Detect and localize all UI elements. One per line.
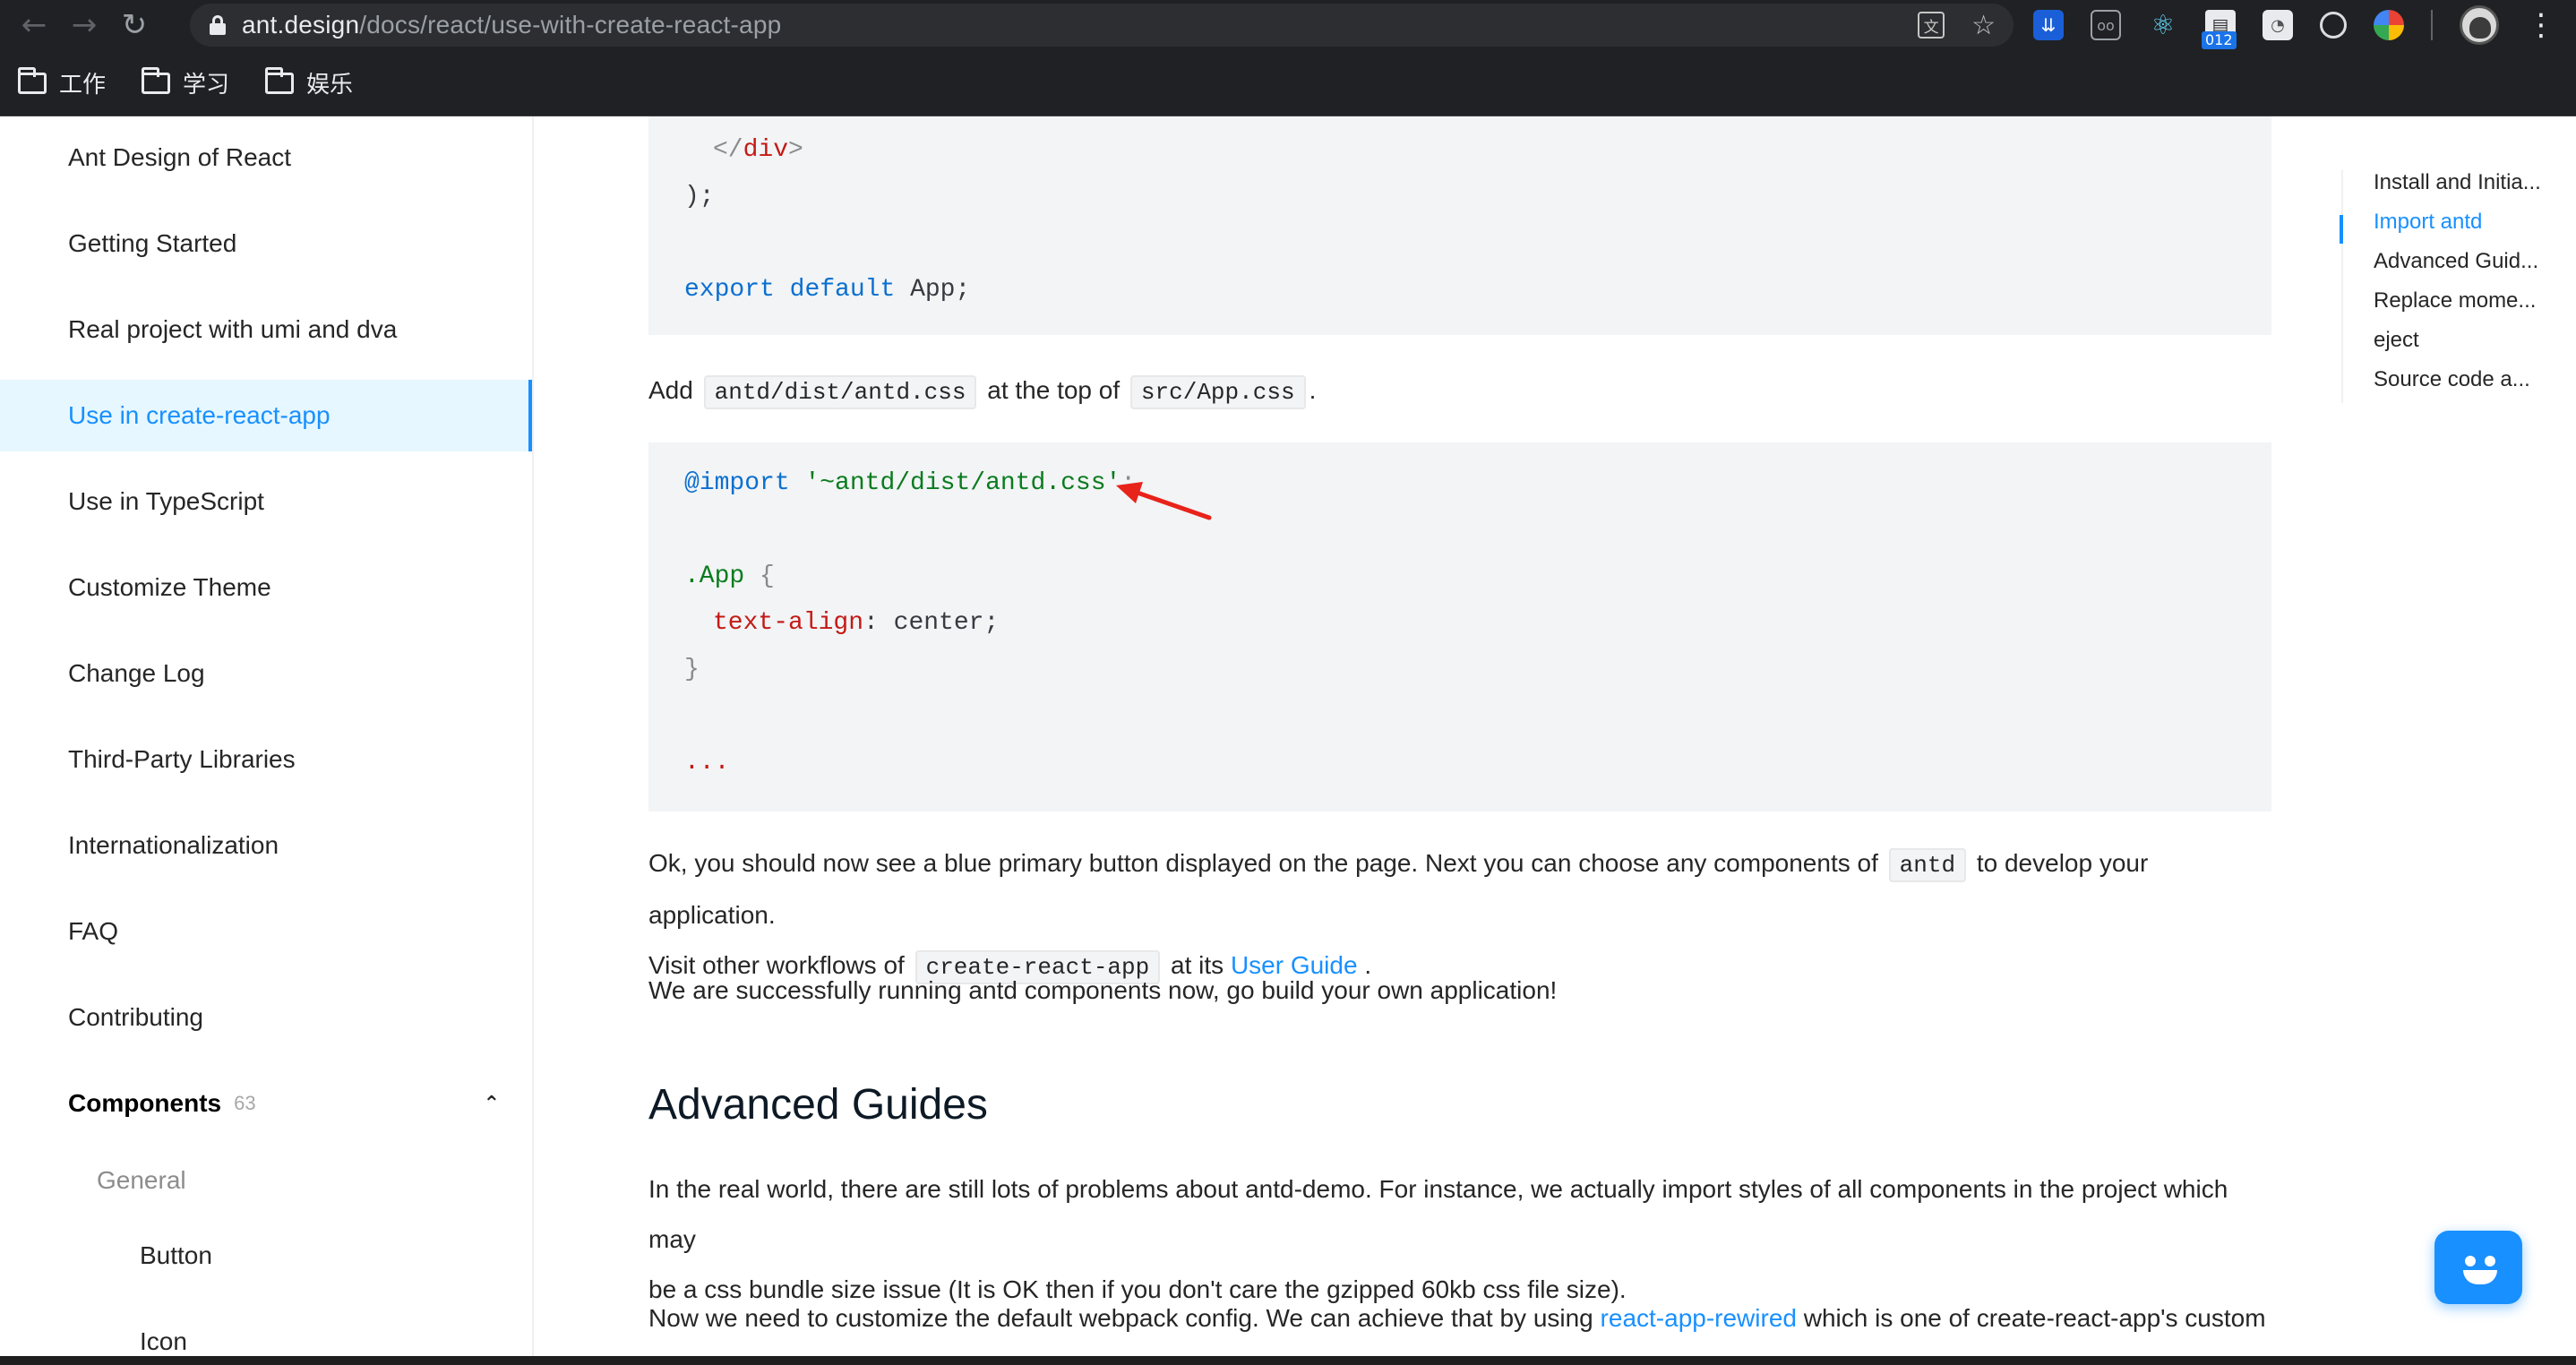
paragraph-webpack: Now we need to customize the default web… (648, 1304, 2266, 1332)
sidebar-item-third-party[interactable]: Third-Party Libraries (0, 724, 532, 795)
sidebar-item-change-log[interactable]: Change Log (0, 638, 532, 709)
paragraph-real-world: In the real world, there are still lots … (648, 1175, 2228, 1303)
bookmark-folder-entertainment[interactable]: 娱乐 (265, 66, 353, 99)
toc-item-import-antd[interactable]: Import antd (2374, 210, 2544, 235)
heading-advanced-guides: Advanced Guides (648, 1081, 988, 1129)
folder-icon (18, 66, 47, 94)
toc-item-replace-moment[interactable]: Replace mome... (2374, 288, 2544, 313)
sidebar-item-getting-started[interactable]: Getting Started (0, 208, 532, 279)
browser-menu-icon[interactable]: ⋮ (2526, 7, 2556, 43)
folder-icon (265, 66, 295, 94)
code-line-export: export default App; (684, 276, 971, 304)
toc-item-install[interactable]: Install and Initia... (2374, 170, 2544, 195)
profile-avatar[interactable] (2460, 5, 2499, 45)
extension-ring-icon[interactable] (2320, 12, 2347, 39)
folder-icon (142, 66, 171, 94)
extension-gauge-icon[interactable]: ◔ (2263, 10, 2293, 40)
sidebar-item-customize-theme[interactable]: Customize Theme (0, 552, 532, 623)
toc-item-source-code[interactable]: Source code a... (2374, 367, 2544, 392)
code-line-text-align: text-align: center; (713, 609, 1000, 637)
code-block-app-css: @import '~antd/dist/antd.css'; .App { te… (648, 442, 2271, 811)
toc-active-indicator (2340, 215, 2343, 244)
code-block-app-js: </div> ); export default App; (648, 116, 2271, 335)
extension-download-icon[interactable]: ⇊ (2033, 10, 2064, 40)
sidebar-item-ant-design-of-react[interactable]: Ant Design of React (0, 122, 532, 193)
extensions-bar: ⇊ oo ⚛ ▤ 012 ◔ ⋮ (2033, 0, 2556, 50)
extension-badge: 012 (2202, 31, 2237, 49)
window-bottom-edge (0, 1356, 2576, 1365)
sidebar-item-contributing[interactable]: Contributing (0, 982, 532, 1053)
back-arrow-icon[interactable]: ← (9, 0, 59, 50)
help-chat-button[interactable] (2434, 1231, 2522, 1304)
inline-code-antd: antd (1888, 848, 1967, 882)
docs-sidebar-menu: Ant Design of React Getting Started Real… (0, 116, 534, 1365)
lock-icon[interactable] (210, 15, 226, 35)
paragraph-ok-line1: Ok, you should now see a blue primary bu… (648, 848, 2149, 929)
sidebar-group-components[interactable]: Components 63 ⌃ (0, 1068, 532, 1139)
components-count: 63 (234, 1092, 256, 1114)
bookmark-folder-study[interactable]: 学习 (142, 66, 229, 99)
inline-code-app-css: src/App.css (1129, 375, 1306, 409)
extension-colorwheel-icon[interactable] (2374, 10, 2404, 40)
sidebar-item-real-project[interactable]: Real project with umi and dva (0, 294, 532, 365)
translate-icon[interactable]: 文 (1918, 12, 1945, 39)
address-bar[interactable]: ant.design/docs/react/use-with-create-re… (190, 4, 2014, 47)
sidebar-item-i18n[interactable]: Internationalization (0, 810, 532, 881)
toolbar-divider (2431, 10, 2433, 40)
code-line-close-div: </div> (713, 136, 803, 164)
annotation-arrow-icon (1116, 482, 1212, 520)
chevron-up-icon[interactable]: ⌃ (484, 1093, 500, 1115)
forward-arrow-icon[interactable]: → (59, 0, 109, 50)
paragraph-success: We are successfully running antd compone… (648, 976, 1558, 1004)
sidebar-item-button[interactable]: Button (0, 1220, 532, 1292)
bookmark-folder-work[interactable]: 工作 (18, 66, 106, 99)
inline-code-antd-css: antd/dist/antd.css (703, 375, 977, 409)
code-line-ellipsis: ... (684, 749, 730, 777)
code-line-import: @import '~antd/dist/antd.css'; (684, 469, 1137, 497)
doc-content: </div> ); export default App; Add antd/d… (536, 116, 2327, 1365)
toc-rail (2341, 170, 2343, 403)
code-line-selector: .App { (684, 562, 775, 590)
sidebar-item-create-react-app[interactable]: Use in create-react-app (0, 380, 532, 451)
toc-item-advanced-guides[interactable]: Advanced Guid... (2374, 249, 2544, 274)
react-devtools-icon[interactable]: ⚛ (2148, 10, 2178, 41)
code-line-brace-close: } (684, 656, 700, 683)
extension-glasses-icon[interactable]: oo (2091, 10, 2121, 40)
extension-doc-icon[interactable]: ▤ 012 (2202, 10, 2237, 49)
code-line-close-paren: ); (684, 183, 715, 210)
sidebar-item-typescript[interactable]: Use in TypeScript (0, 466, 532, 537)
url-text[interactable]: ant.design/docs/react/use-with-create-re… (242, 11, 781, 39)
bookmarks-bar: 工作 学习 娱乐 (0, 50, 2576, 116)
sidebar-subgroup-general: General (97, 1166, 186, 1194)
react-app-rewired-link[interactable]: react-app-rewired (1601, 1304, 1797, 1332)
reload-icon[interactable]: ↻ (109, 0, 159, 50)
bookmark-star-icon[interactable]: ☆ (1971, 10, 1996, 41)
toc-item-eject[interactable]: eject (2374, 328, 2544, 353)
sidebar-item-faq[interactable]: FAQ (0, 896, 532, 967)
paragraph-add-css: Add antd/dist/antd.css at the top of src… (648, 365, 2271, 417)
